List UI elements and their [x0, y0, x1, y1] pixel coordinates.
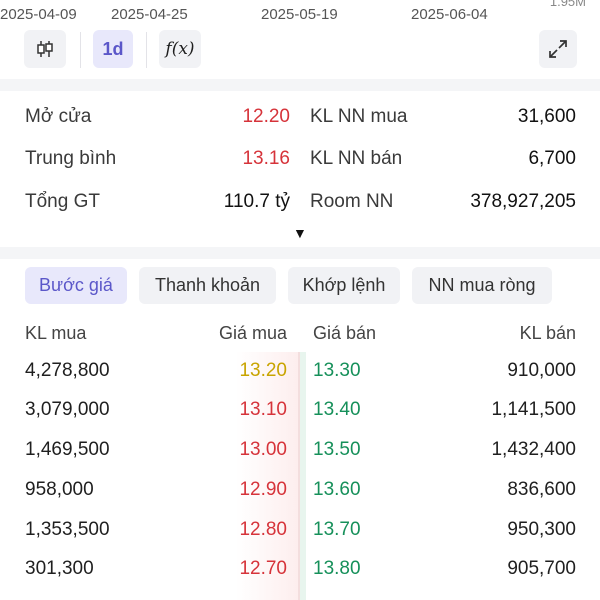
bid-volume: 1,353,500 — [25, 519, 110, 540]
orderbook-tabs: Bước giá Thanh khoản Khớp lệnh NN mua rò… — [0, 267, 600, 305]
order-book: KL mua Giá mua Giá bán KL bán 4,278,800 … — [0, 318, 600, 600]
ask-price: 13.70 — [313, 519, 361, 540]
stat-value: 378,927,205 — [470, 191, 576, 212]
order-book-row: 1,353,500 12.80 13.70 950,300 — [0, 519, 600, 549]
stat-label: KL NN mua — [310, 106, 408, 127]
ask-price: 13.30 — [313, 360, 361, 381]
ask-volume: 910,000 — [507, 360, 576, 381]
tab-liquidity[interactable]: Thanh khoản — [139, 267, 276, 304]
expand-icon — [549, 40, 567, 58]
ask-price: 13.50 — [313, 439, 361, 460]
function-icon: f(x) — [165, 39, 195, 59]
order-book-row: 1,469,500 13.00 13.50 1,432,400 — [0, 439, 600, 469]
ask-price: 13.60 — [313, 479, 361, 500]
stat-label: Trung bình — [25, 148, 117, 169]
chart-toolbar: 1d f(x) — [0, 30, 600, 72]
interval-button[interactable]: 1d — [93, 30, 133, 68]
bid-price: 12.70 — [239, 558, 287, 579]
ask-price: 13.80 — [313, 558, 361, 579]
bid-price: 13.10 — [239, 399, 287, 420]
order-book-row: 3,079,000 13.10 13.40 1,141,500 — [0, 399, 600, 429]
axis-date-4: 2025-06-04 — [411, 6, 488, 23]
order-book-row: 958,000 12.90 13.60 836,600 — [0, 479, 600, 509]
stat-label: Mở cửa — [25, 106, 92, 127]
ask-price: 13.40 — [313, 399, 361, 420]
stat-row: Tổng GT 110.7 tỷ Room NN 378,927,205 — [0, 191, 600, 221]
header-ask-price: Giá bán — [313, 323, 377, 343]
tab-price-steps[interactable]: Bước giá — [25, 267, 127, 304]
bid-volume: 1,469,500 — [25, 439, 110, 460]
stat-value: 12.20 — [242, 106, 290, 127]
stat-value: 31,600 — [517, 106, 576, 127]
indicator-function-button[interactable]: f(x) — [159, 30, 201, 68]
tab-foreign-net-buy[interactable]: NN mua ròng — [412, 267, 552, 304]
header-bid-volume: KL mua — [25, 323, 87, 343]
stat-row: Mở cửa 12.20 KL NN mua 31,600 — [0, 106, 600, 136]
volume-axis-label: 1.95M — [549, 0, 586, 9]
toolbar-divider — [80, 32, 81, 68]
order-book-row: 4,278,800 13.20 13.30 910,000 — [0, 360, 600, 390]
tab-matched-orders[interactable]: Khớp lệnh — [288, 267, 400, 304]
candlestick-icon — [37, 41, 53, 57]
header-ask-volume: KL bán — [519, 323, 576, 343]
stat-row: Trung bình 13.16 KL NN bán 6,700 — [0, 148, 600, 178]
ask-volume: 1,432,400 — [491, 439, 576, 460]
fullscreen-button[interactable] — [539, 30, 577, 68]
header-bid-price: Giá mua — [218, 323, 287, 343]
ask-volume: 905,700 — [507, 558, 576, 579]
axis-date-3: 2025-05-19 — [261, 6, 338, 23]
ask-volume: 1,141,500 — [491, 399, 576, 420]
bid-volume: 301,300 — [25, 558, 94, 579]
toolbar-divider — [146, 32, 147, 68]
axis-date-2: 2025-04-25 — [111, 6, 188, 23]
stat-value: 110.7 tỷ — [223, 191, 290, 212]
stat-label: Tổng GT — [25, 191, 100, 212]
bid-price: 13.00 — [239, 439, 287, 460]
section-divider — [0, 79, 600, 91]
bid-price: 12.90 — [239, 479, 287, 500]
order-book-row: 301,300 12.70 13.80 905,700 — [0, 558, 600, 588]
stat-value: 6,700 — [528, 148, 576, 169]
ask-volume: 950,300 — [507, 519, 576, 540]
bid-price: 12.80 — [239, 519, 287, 540]
bid-volume: 4,278,800 — [25, 360, 110, 381]
chart-date-axis: 2025-04-09 2025-04-25 2025-05-19 2025-06… — [0, 0, 600, 28]
bid-volume: 3,079,000 — [25, 399, 110, 420]
stat-label: KL NN bán — [310, 148, 403, 169]
bid-price: 13.20 — [239, 360, 287, 381]
expand-stats-caret[interactable]: ▼ — [293, 225, 307, 241]
axis-date-1: 2025-04-09 — [0, 6, 77, 23]
stat-label: Room NN — [310, 191, 394, 212]
order-book-header: KL mua Giá mua Giá bán KL bán — [0, 323, 600, 347]
ask-volume: 836,600 — [507, 479, 576, 500]
section-divider — [0, 247, 600, 259]
stat-value: 13.16 — [242, 148, 290, 169]
bid-volume: 958,000 — [25, 479, 94, 500]
chart-type-button[interactable] — [24, 30, 66, 68]
